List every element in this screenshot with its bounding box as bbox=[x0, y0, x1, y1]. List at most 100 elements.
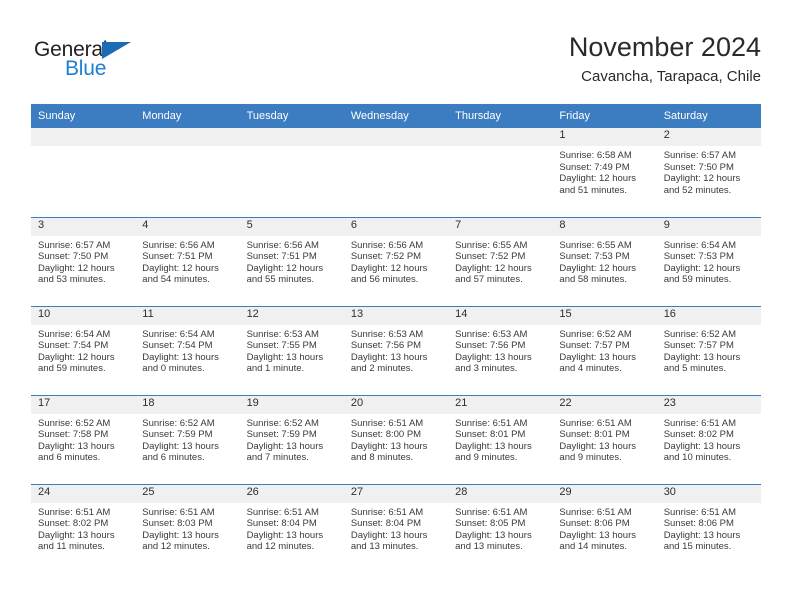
calendar-day-cell[interactable]: 26 Sunrise: 6:51 AM Sunset: 8:04 PM Dayligh… bbox=[239, 483, 344, 574]
calendar-day-cell[interactable]: 18 Sunrise: 6:52 AM Sunset: 7:59 PM Dayligh… bbox=[135, 394, 240, 484]
sunset-text: Sunset: 8:05 PM bbox=[455, 518, 526, 530]
daylight-text-line2: and 9 minutes. bbox=[455, 452, 518, 464]
day-number: 7 bbox=[448, 217, 553, 236]
calendar-day-cell[interactable]: 27 Sunrise: 6:51 AM Sunset: 8:04 PM Dayligh… bbox=[343, 483, 449, 573]
sunset-text: Sunset: 7:59 PM bbox=[246, 429, 317, 441]
sunset-text: Sunset: 7:49 PM bbox=[559, 161, 630, 173]
sunset-text: Sunset: 7:52 PM bbox=[455, 251, 526, 263]
day-cell-inner: 26 Sunrise: 6:51 AM Sunset: 8:04 PM Dayligh… bbox=[239, 484, 344, 574]
calendar-day-cell[interactable]: 20 Sunrise: 6:51 AM Sunset: 8:00 PM Dayligh… bbox=[343, 394, 449, 484]
title-block: November 2024 Cavancha, Tarapaca, Chile bbox=[569, 30, 761, 88]
calendar-day-cell[interactable]: 2 Sunrise: 6:57 AM Sunset: 7:50 PM Daylight… bbox=[656, 128, 761, 217]
day-cell-inner: 25 Sunrise: 6:51 AM Sunset: 8:03 PM Dayligh… bbox=[135, 484, 240, 574]
day-number: 21 bbox=[448, 395, 553, 414]
calendar-day-cell[interactable]: 14 Sunrise: 6:53 AM Sunset: 7:56 PM Dayligh… bbox=[448, 305, 553, 395]
weekday-header-tuesday: Tuesday bbox=[239, 104, 344, 128]
calendar-day-cell[interactable]: 17 Sunrise: 6:52 AM Sunset: 7:58 PM Dayligh… bbox=[31, 394, 136, 484]
calendar-day-cell[interactable]: 29 Sunrise: 6:51 AM Sunset: 8:06 PM Dayligh… bbox=[552, 483, 657, 573]
daylight-text-line2: and 55 minutes. bbox=[246, 274, 315, 286]
sunset-text: Sunset: 7:54 PM bbox=[38, 340, 109, 352]
day-cell-details: Sunrise: 6:53 AM Sunset: 7:56 PM Daylight:… bbox=[344, 325, 448, 375]
calendar-day-cell[interactable]: 7 Sunrise: 6:55 AM Sunset: 7:52 PM Daylight… bbox=[448, 216, 553, 306]
sunrise-text: Sunrise: 6:55 AM bbox=[559, 239, 632, 251]
sunset-text: Sunset: 8:02 PM bbox=[663, 429, 734, 441]
weekday-header-wednesday: Wednesday bbox=[343, 104, 449, 128]
logo-triangle-icon bbox=[102, 42, 131, 59]
day-number: 4 bbox=[135, 217, 240, 236]
calendar-day-cell[interactable]: 28 Sunrise: 6:51 AM Sunset: 8:05 PM Dayligh… bbox=[448, 483, 553, 573]
sunset-text: Sunset: 8:01 PM bbox=[455, 429, 526, 441]
calendar-day-cell[interactable]: 11 Sunrise: 6:54 AM Sunset: 7:54 PM Dayligh… bbox=[135, 305, 240, 395]
day-number: 14 bbox=[448, 306, 553, 325]
daylight-text-line1: Daylight: 13 hours bbox=[38, 440, 115, 452]
calendar-day-cell[interactable]: 5 Sunrise: 6:56 AM Sunset: 7:51 PM Daylight… bbox=[239, 216, 344, 306]
calendar-day-cell[interactable]: 15 Sunrise: 6:52 AM Sunset: 7:57 PM Dayligh… bbox=[552, 305, 657, 395]
calendar-day-cell[interactable]: 3 Sunrise: 6:57 AM Sunset: 7:50 PM Daylight… bbox=[31, 216, 136, 306]
day-cell-details: Sunrise: 6:52 AM Sunset: 7:59 PM Daylight:… bbox=[135, 414, 239, 464]
calendar-day-cell[interactable]: 13 Sunrise: 6:53 AM Sunset: 7:56 PM Dayligh… bbox=[343, 305, 449, 395]
weekday-header-thursday: Thursday bbox=[448, 104, 553, 128]
daylight-text-line1: Daylight: 12 hours bbox=[142, 262, 219, 274]
sunrise-text: Sunrise: 6:57 AM bbox=[38, 239, 111, 251]
day-cell-details: Sunrise: 6:53 AM Sunset: 7:55 PM Daylight:… bbox=[240, 325, 344, 375]
day-number: 1 bbox=[552, 128, 657, 146]
daylight-text-line1: Daylight: 13 hours bbox=[455, 440, 532, 452]
calendar-day-cell[interactable]: 23 Sunrise: 6:51 AM Sunset: 8:02 PM Dayligh… bbox=[656, 394, 761, 484]
day-number: 29 bbox=[552, 484, 657, 503]
daylight-text-line1: Daylight: 13 hours bbox=[559, 440, 636, 452]
day-cell-inner: 8 Sunrise: 6:55 AM Sunset: 7:53 PM Daylight… bbox=[552, 217, 657, 306]
calendar-body: 1 Sunrise: 6:58 AM Sunset: 7:49 PM Daylight… bbox=[31, 128, 761, 573]
calendar-day-cell[interactable]: 19 Sunrise: 6:52 AM Sunset: 7:59 PM Dayligh… bbox=[239, 394, 344, 484]
calendar-day-cell[interactable]: 30 Sunrise: 6:51 AM Sunset: 8:06 PM Dayligh… bbox=[656, 483, 761, 574]
calendar-day-cell[interactable]: 1 Sunrise: 6:58 AM Sunset: 7:49 PM Daylight… bbox=[552, 128, 657, 217]
day-cell-inner: 6 Sunrise: 6:56 AM Sunset: 7:52 PM Daylight… bbox=[343, 217, 449, 306]
sunrise-sunset-calendar: Sunday Monday Tuesday Wednesday Thursday… bbox=[31, 104, 761, 573]
sunset-text: Sunset: 7:51 PM bbox=[142, 251, 213, 263]
day-cell-inner: 23 Sunrise: 6:51 AM Sunset: 8:02 PM Dayligh… bbox=[656, 395, 761, 484]
day-cell-inner: 19 Sunrise: 6:52 AM Sunset: 7:59 PM Dayligh… bbox=[239, 395, 344, 484]
sunset-text: Sunset: 7:57 PM bbox=[663, 340, 734, 352]
sunrise-text: Sunrise: 6:56 AM bbox=[246, 239, 319, 251]
calendar-day-cell[interactable]: 4 Sunrise: 6:56 AM Sunset: 7:51 PM Daylight… bbox=[135, 216, 240, 306]
day-cell-inner bbox=[239, 128, 344, 217]
calendar-page: General Blue November 2024 Cavancha, Tar… bbox=[0, 0, 792, 612]
sunrise-text: Sunrise: 6:51 AM bbox=[350, 506, 424, 518]
day-number: 5 bbox=[239, 217, 344, 236]
page-title: November 2024 bbox=[568, 32, 761, 62]
day-cell-inner bbox=[448, 128, 553, 217]
sunset-text: Sunset: 7:59 PM bbox=[142, 429, 213, 441]
calendar-day-cell[interactable]: 21 Sunrise: 6:51 AM Sunset: 8:01 PM Dayligh… bbox=[448, 394, 553, 484]
calendar-day-cell-empty bbox=[31, 128, 136, 217]
day-number: 12 bbox=[239, 306, 344, 325]
calendar-day-cell[interactable]: 10 Sunrise: 6:54 AM Sunset: 7:54 PM Dayligh… bbox=[31, 305, 136, 395]
sunset-text: Sunset: 8:04 PM bbox=[246, 518, 317, 530]
calendar-day-cell[interactable]: 8 Sunrise: 6:55 AM Sunset: 7:53 PM Daylight… bbox=[552, 216, 657, 306]
daylight-text-line2: and 58 minutes. bbox=[559, 274, 628, 286]
day-cell-details: Sunrise: 6:57 AM Sunset: 7:50 PM Daylight:… bbox=[31, 236, 135, 286]
day-cell-inner: 14 Sunrise: 6:53 AM Sunset: 7:56 PM Dayligh… bbox=[448, 306, 553, 395]
calendar-day-cell[interactable]: 16 Sunrise: 6:52 AM Sunset: 7:57 PM Dayligh… bbox=[656, 305, 761, 395]
day-number: 10 bbox=[31, 306, 136, 325]
sunrise-text: Sunrise: 6:54 AM bbox=[663, 239, 737, 251]
calendar-day-cell[interactable]: 6 Sunrise: 6:56 AM Sunset: 7:52 PM Daylight… bbox=[343, 216, 449, 306]
calendar-day-cell[interactable]: 24 Sunrise: 6:51 AM Sunset: 8:02 PM Dayligh… bbox=[31, 483, 136, 573]
daylight-text-line2: and 4 minutes. bbox=[559, 363, 622, 375]
daylight-text-line2: and 59 minutes. bbox=[38, 363, 106, 375]
day-cell-details: Sunrise: 6:54 AM Sunset: 7:54 PM Daylight:… bbox=[135, 325, 239, 375]
sunset-text: Sunset: 7:51 PM bbox=[246, 251, 317, 263]
calendar-day-cell[interactable]: 25 Sunrise: 6:51 AM Sunset: 8:03 PM Dayligh… bbox=[135, 483, 240, 574]
day-number: 18 bbox=[135, 395, 240, 414]
daylight-text-line1: Daylight: 12 hours bbox=[559, 173, 636, 185]
calendar-day-cell-empty bbox=[448, 128, 553, 217]
sunset-text: Sunset: 8:03 PM bbox=[142, 518, 213, 530]
sunset-text: Sunset: 8:06 PM bbox=[663, 518, 734, 530]
day-cell-details: Sunrise: 6:52 AM Sunset: 7:59 PM Daylight:… bbox=[240, 414, 344, 464]
day-number: 15 bbox=[552, 306, 657, 325]
day-cell-inner: 13 Sunrise: 6:53 AM Sunset: 7:56 PM Dayligh… bbox=[343, 306, 449, 395]
day-cell-inner: 30 Sunrise: 6:51 AM Sunset: 8:06 PM Dayligh… bbox=[656, 484, 761, 574]
calendar-day-cell[interactable]: 22 Sunrise: 6:51 AM Sunset: 8:01 PM Dayligh… bbox=[552, 394, 657, 484]
calendar-day-cell[interactable]: 12 Sunrise: 6:53 AM Sunset: 7:55 PM Dayligh… bbox=[239, 305, 344, 395]
sunrise-text: Sunrise: 6:57 AM bbox=[663, 150, 737, 161]
calendar-day-cell[interactable]: 9 Sunrise: 6:54 AM Sunset: 7:53 PM Daylight… bbox=[656, 216, 761, 306]
sunset-text: Sunset: 7:50 PM bbox=[38, 251, 109, 263]
